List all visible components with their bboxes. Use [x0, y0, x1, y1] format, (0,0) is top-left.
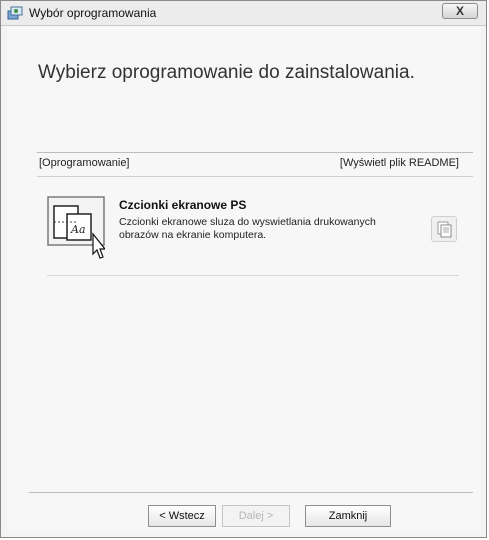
title-bar: Wybór oprogramowania X: [1, 1, 486, 26]
installer-app-icon: [7, 6, 23, 20]
installer-window: Wybór oprogramowania X Wybierz oprogramo…: [0, 0, 487, 538]
close-button[interactable]: Zamknij: [305, 505, 391, 527]
item-title[interactable]: Czcionki ekranowe PS: [119, 198, 246, 212]
document-icon: [437, 221, 452, 238]
font-file-icon[interactable]: Aa: [47, 196, 105, 266]
next-button[interactable]: Dalej >: [222, 505, 290, 527]
readme-column-header: [Wyświetl plik README]: [339, 157, 459, 169]
close-window-button[interactable]: X: [442, 3, 478, 19]
back-button[interactable]: < Wstecz: [148, 505, 216, 527]
window-title: Wybór oprogramowania: [29, 6, 157, 20]
column-divider: [37, 176, 473, 177]
close-icon: X: [455, 4, 464, 18]
dialog-content: Wybierz oprogramowanie do zainstalowania…: [7, 26, 481, 531]
svg-text:Aa: Aa: [70, 223, 86, 236]
item-description: Czcionki ekranowe sluza do wyswietlania …: [119, 216, 376, 241]
page-heading: Wybierz oprogramowanie do zainstalowania…: [38, 62, 415, 83]
header-divider: [37, 152, 473, 153]
software-column-header: [Oprogramowanie]: [39, 157, 130, 169]
footer-divider: [29, 492, 473, 493]
item-divider: [47, 275, 459, 276]
readme-button[interactable]: [431, 216, 457, 242]
